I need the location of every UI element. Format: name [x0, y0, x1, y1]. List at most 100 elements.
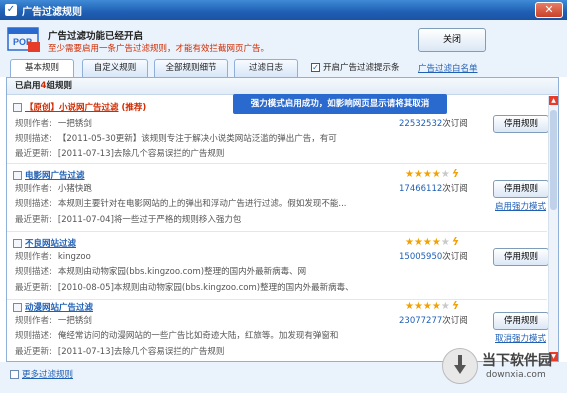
strong-mode-icon: ϟ: [451, 299, 460, 312]
rule-title: 【原创】小说网广告过滤 (推荐): [13, 101, 146, 113]
rule-author: 规则作者: 一把锈剑: [15, 314, 92, 326]
rule-item: 不良网站过滤 ★★★★★ ϟ 规则作者: kingzoo 15005950次订阅 停…: [7, 232, 549, 300]
rule-description: 规则描述: 本规则由动物家园(bbs.kingzoo.com)整理的国内外最新病毒…: [15, 265, 306, 277]
desc-value: 俺经常访问的动漫网站的一些广告比如奇迹大陆，红旅等。加发现有弹窗和: [57, 331, 339, 341]
header-title: 广告过滤功能已经开启: [48, 31, 144, 42]
panel-header-suffix: 组规则: [46, 81, 72, 91]
header: POP 广告过滤功能已经开启 至少需要启用一条广告过滤规则，才能有效拦截网页广告…: [0, 20, 567, 57]
more-rules-link[interactable]: 更多过滤规则: [10, 368, 73, 380]
subscribe-count: 15005950次订阅: [399, 250, 468, 262]
rating-stars: ★★★★★ ϟ: [405, 299, 460, 312]
more-rules-label[interactable]: 更多过滤规则: [22, 368, 73, 380]
scrollbar-thumb[interactable]: [550, 110, 557, 210]
subscribe-count-value: 22532532: [399, 119, 443, 129]
rule-description: 规则描述: 俺经常访问的动漫网站的一些广告比如奇迹大陆，红旅等。加发现有弹窗和: [15, 329, 338, 341]
rule-icon: [13, 238, 22, 248]
updated-label: 最近更新:: [15, 149, 52, 159]
panel-header: 已启用4组规则: [7, 78, 558, 95]
rule-author: 规则作者: kingzoo: [15, 250, 91, 262]
updated-value: [2011-07-13]去除几个容易误拦的广告规则: [57, 149, 225, 159]
rule-description: 规则描述: 【2011-05-30更新】该规则专注于解决小说类网站泛滥的弹出广告，…: [15, 132, 337, 144]
tabs-row: 基本规则 自定义规则 全部规则细节 过滤日志 ✓ 开启广告过滤提示条 广告过滤白…: [0, 57, 567, 78]
checkbox-checked-icon[interactable]: ✓: [311, 62, 320, 72]
rule-name-link[interactable]: 动漫网站广告过滤: [25, 301, 93, 313]
tips-bar-label: 开启广告过滤提示条: [323, 63, 400, 73]
recommended-tag: (推荐): [121, 103, 147, 113]
updated-label: 最近更新:: [15, 215, 52, 225]
app-icon: ✓: [5, 4, 17, 16]
panel-header-prefix: 已启用: [15, 81, 41, 91]
tab-basic-rules[interactable]: 基本规则: [10, 59, 74, 78]
rule-name-link[interactable]: 【原创】小说网广告过滤: [25, 101, 119, 113]
stop-rule-button[interactable]: 停用规则: [493, 180, 549, 198]
rule-name-link[interactable]: 不良网站过滤: [25, 237, 76, 249]
rating-stars: ★★★★★ ϟ: [405, 235, 460, 248]
rule-icon: [13, 302, 22, 312]
stop-rule-button[interactable]: 停用规则: [493, 115, 549, 133]
enable-strong-mode-link[interactable]: 启用强力模式: [495, 200, 546, 212]
stop-rule-button[interactable]: 停用规则: [493, 312, 549, 330]
rule-updated: 最近更新: [2011-07-13]去除几个容易误拦的广告规则: [15, 147, 224, 159]
tips-bar-checkbox[interactable]: ✓ 开启广告过滤提示条: [311, 61, 400, 73]
subscribe-count-suffix: 次订阅: [442, 184, 468, 194]
whitelist-link[interactable]: 广告过滤白名单: [418, 62, 478, 74]
rule-updated: 最近更新: [2010-08-05]本规则由动物家园(bbs.kingzoo.co…: [15, 281, 354, 293]
header-subtitle: 至少需要启用一条广告过滤规则，才能有效拦截网页广告。: [48, 44, 270, 54]
rule-title: 电影网广告过滤: [13, 169, 85, 181]
tab-filter-log[interactable]: 过滤日志: [234, 59, 298, 77]
watermark-name: 当下软件园: [482, 353, 552, 369]
subscribe-count: 23077277次订阅: [399, 314, 468, 326]
desc-value: 【2011-05-30更新】该规则专注于解决小说类网站泛滥的弹出广告，有可: [57, 134, 337, 144]
subscribe-count-suffix: 次订阅: [442, 316, 468, 326]
rules-icon: [10, 369, 19, 379]
desc-value: 本规则主要针对在电影网站的上的弹出和浮动广告进行过滤。假如发现不能...: [57, 199, 347, 209]
subscribe-count: 17466112次订阅: [399, 182, 468, 194]
author-label: 规则作者:: [15, 184, 52, 194]
rule-updated: 最近更新: [2011-07-04]将一些过于严格的规则移入强力包: [15, 213, 241, 225]
rule-item: 电影网广告过滤 ★★★★★ ϟ 规则作者: 小猪快跑 17466112次订阅 停用规…: [7, 164, 549, 232]
rule-title: 动漫网站广告过滤: [13, 301, 93, 313]
stop-rule-button[interactable]: 停用规则: [493, 248, 549, 266]
download-arrow-icon: [454, 355, 466, 374]
subscribe-count-value: 23077277: [399, 316, 443, 326]
rule-icon: [13, 170, 22, 180]
strong-mode-toast: 强力模式启用成功，如影响网页显示请将其取消: [233, 94, 447, 114]
subscribe-count-suffix: 次订阅: [442, 119, 468, 129]
subscribe-count-suffix: 次订阅: [442, 252, 468, 262]
rating-stars: ★★★★★ ϟ: [405, 167, 460, 180]
tab-custom-rules[interactable]: 自定义规则: [82, 59, 148, 77]
subscribe-count-value: 17466112: [399, 184, 443, 194]
author-label: 规则作者:: [15, 252, 52, 262]
strong-mode-icon: ϟ: [451, 235, 460, 248]
subscribe-count: 22532532次订阅: [399, 117, 468, 129]
watermark-url: downxia.com: [486, 370, 546, 380]
desc-label: 规则描述:: [15, 134, 52, 144]
tab-all-rule-details[interactable]: 全部规则细节: [154, 59, 228, 77]
cancel-strong-mode-link[interactable]: 取消强力模式: [495, 332, 546, 344]
updated-label: 最近更新:: [15, 283, 52, 293]
author-value: 一把锈剑: [57, 316, 92, 326]
scroll-up-icon[interactable]: ▲: [549, 96, 558, 105]
author-value: 小猪快跑: [57, 184, 92, 194]
updated-value: [2010-08-05]本规则由动物家园(bbs.kingzoo.com)整理的…: [57, 283, 354, 293]
close-filter-button[interactable]: 关闭: [418, 28, 486, 52]
rules-panel: 已启用4组规则 【原创】小说网广告过滤 (推荐) 规则作者: 一把锈剑 22532…: [6, 77, 559, 362]
vertical-scrollbar[interactable]: ▲ ▼: [548, 96, 558, 361]
author-value: kingzoo: [57, 252, 91, 262]
window-close-button[interactable]: ✕: [535, 2, 563, 18]
author-label: 规则作者:: [15, 316, 52, 326]
desc-label: 规则描述:: [15, 331, 52, 341]
updated-label: 最近更新:: [15, 347, 52, 357]
rule-title: 不良网站过滤: [13, 237, 76, 249]
updated-value: [2011-07-13]去除几个容易误拦的广告规则: [57, 347, 225, 357]
strong-mode-icon: ϟ: [451, 167, 460, 180]
rule-author: 规则作者: 小猪快跑: [15, 182, 92, 194]
author-value: 一把锈剑: [57, 119, 92, 129]
rule-name-link[interactable]: 电影网广告过滤: [25, 169, 85, 181]
rule-icon: [13, 102, 22, 112]
rule-author: 规则作者: 一把锈剑: [15, 117, 92, 129]
author-label: 规则作者:: [15, 119, 52, 129]
updated-value: [2011-07-04]将一些过于严格的规则移入强力包: [57, 215, 242, 225]
watermark: 当下软件园 downxia.com: [438, 344, 564, 390]
rule-description: 规则描述: 本规则主要针对在电影网站的上的弹出和浮动广告进行过滤。假如发现不能..…: [15, 197, 346, 209]
